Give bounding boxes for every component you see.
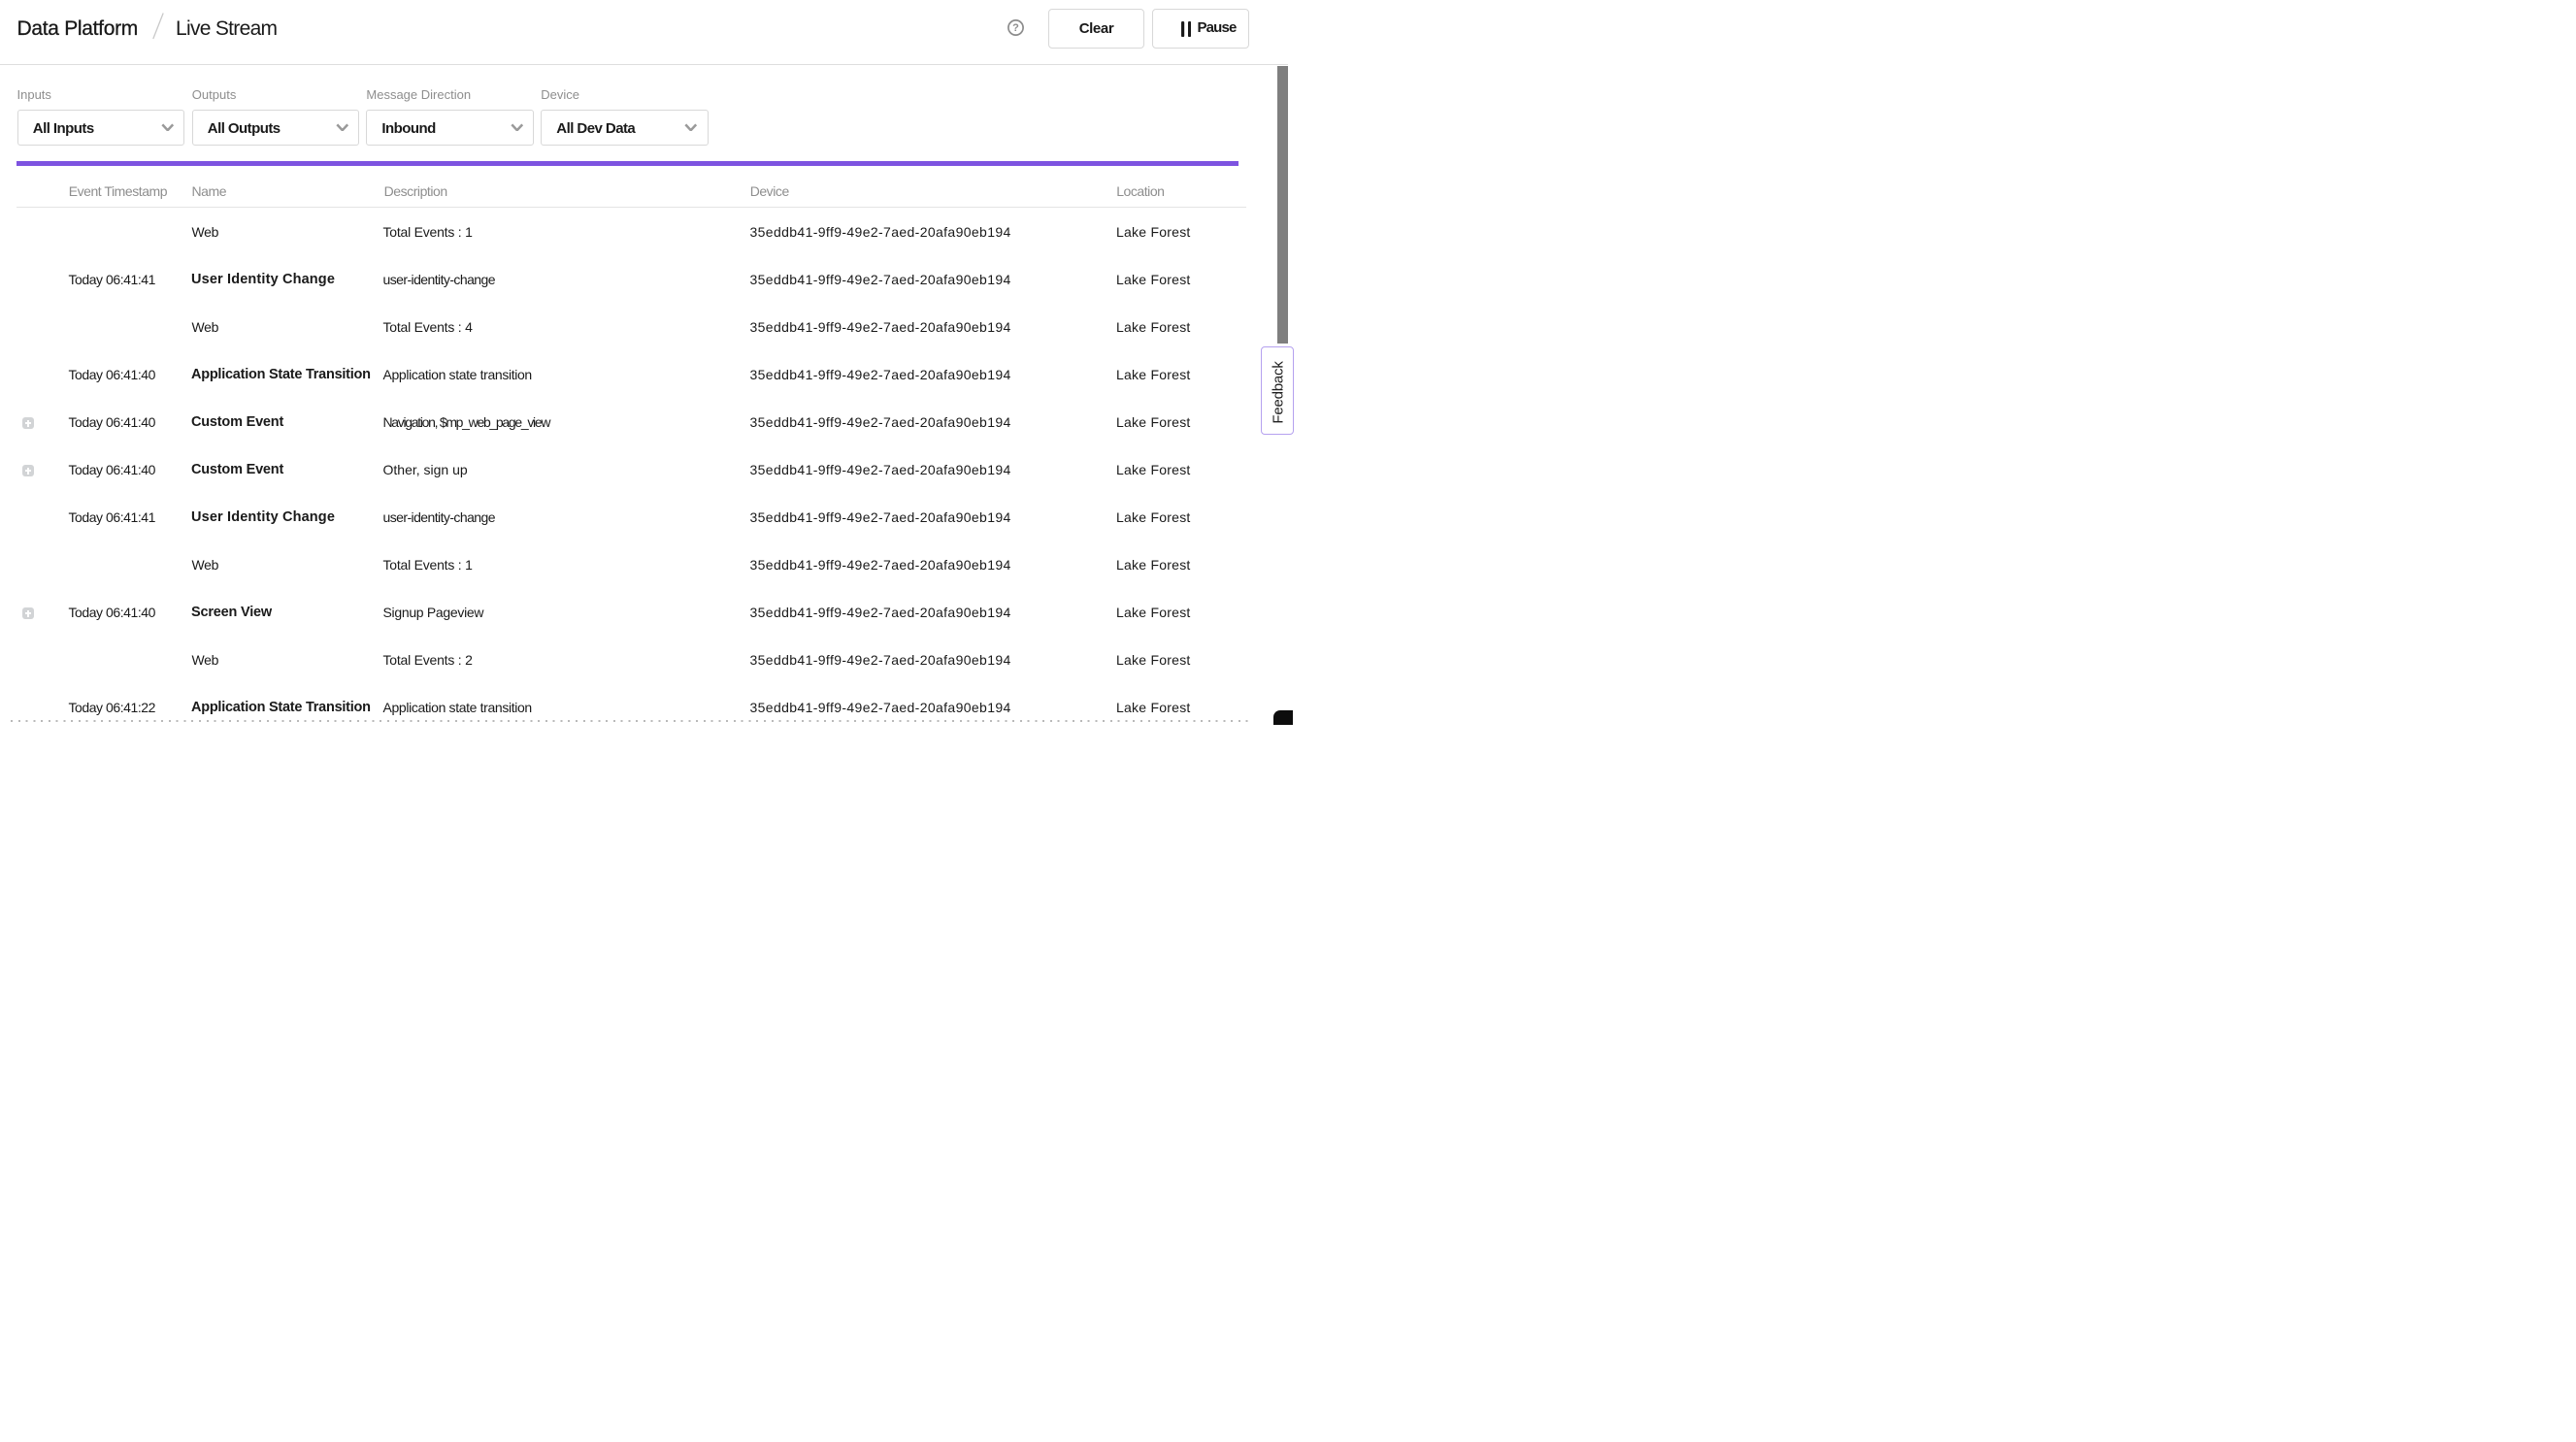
svg-text:?: ? (1012, 22, 1019, 34)
